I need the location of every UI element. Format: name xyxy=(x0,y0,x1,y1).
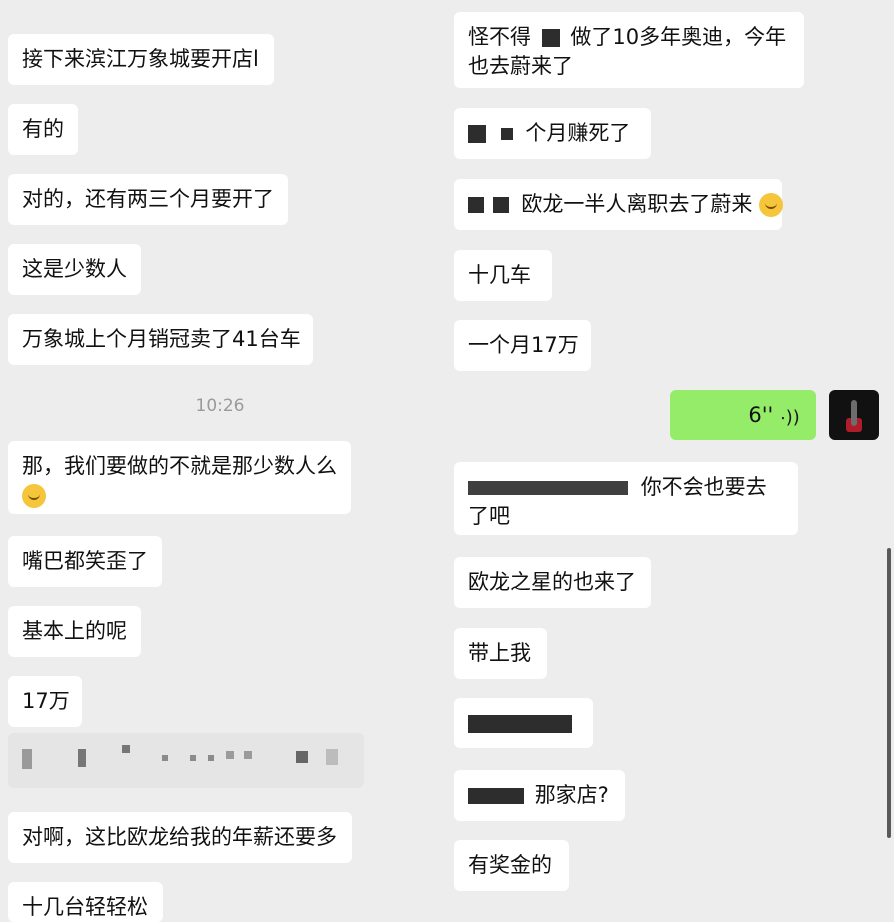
message-bubble[interactable]: 欧龙一半人离职去了蔚来 xyxy=(454,179,784,230)
message-bubble[interactable]: 欧龙之星的也来了 xyxy=(454,557,651,608)
pixelated-block xyxy=(492,197,509,213)
message-bubble[interactable]: 一个月17万 xyxy=(454,320,591,371)
time-divider: 10:26 xyxy=(195,396,245,416)
laughing-emoji-icon xyxy=(759,193,784,217)
message-bubble[interactable]: 17万 xyxy=(8,676,82,727)
message-bubble[interactable]: 嘴巴都笑歪了 xyxy=(8,536,162,587)
message-text: 万象城上个月销冠卖了41台车 xyxy=(22,327,301,351)
left-chat-column: 接下来滨江万象城要开店l 有的 对的，还有两三个月要开了 这是少数人 万象城上个… xyxy=(0,0,440,922)
message-text: 怪不得 xyxy=(468,25,531,49)
message-bubble[interactable]: 十几车 xyxy=(454,250,552,301)
message-text: 欧龙之星的也来了 xyxy=(468,570,636,594)
message-text: 基本上的呢 xyxy=(22,619,127,643)
message-text: 接下来滨江万象城要开店l xyxy=(22,47,259,71)
message-bubble[interactable]: 十几台轻轻松 xyxy=(8,882,163,922)
message-bubble[interactable]: 那家店? xyxy=(454,770,625,821)
pixelated-block xyxy=(468,197,484,213)
message-text: 一个月17万 xyxy=(468,333,579,357)
message-bubble[interactable]: 个月赚死了 xyxy=(454,108,651,159)
message-bubble[interactable]: 万象城上个月销冠卖了41台车 xyxy=(8,314,313,365)
message-text: 对的，还有两三个月要开了 xyxy=(22,187,274,211)
message-text: 带上我 xyxy=(468,641,531,665)
message-text: 个月赚死了 xyxy=(525,121,631,145)
pixelated-block xyxy=(468,788,524,804)
pixelated-block xyxy=(468,481,628,495)
message-text: 这是少数人 xyxy=(22,257,127,281)
pixelated-block xyxy=(500,128,513,140)
message-bubble[interactable]: 怪不得 做了10多年奥迪，今年也去蔚来了 xyxy=(454,12,804,88)
message-text: 欧龙一半人离职去了蔚来 xyxy=(521,192,753,216)
message-bubble-redacted[interactable] xyxy=(8,733,364,788)
message-text: 有奖金的 xyxy=(468,853,552,877)
dizzy-emoji-icon xyxy=(22,484,46,508)
right-chat-column: 怪不得 做了10多年奥迪，今年也去蔚来了 个月赚死了 欧龙一半人离职去了蔚来 十… xyxy=(440,0,894,919)
pixelated-block xyxy=(541,29,560,47)
pixelated-block xyxy=(468,125,486,143)
message-text: 对啊，这比欧龙给我的年薪还要多 xyxy=(22,825,337,849)
message-text: 有的 xyxy=(22,117,64,141)
message-text: 那家店? xyxy=(534,783,609,807)
message-bubble[interactable]: 这是少数人 xyxy=(8,244,141,295)
message-bubble[interactable]: 有的 xyxy=(8,104,78,155)
message-text: 那，我们要做的不就是那少数人么 xyxy=(22,454,337,478)
message-bubble[interactable]: 基本上的呢 xyxy=(8,606,141,657)
pixelated-block xyxy=(468,715,572,733)
voice-message-bubble[interactable]: 6'' xyxy=(670,390,816,440)
scrollbar[interactable] xyxy=(887,548,891,838)
message-text: 17万 xyxy=(22,689,70,713)
user-avatar[interactable] xyxy=(829,390,879,440)
voice-wave-icon xyxy=(780,405,802,427)
message-bubble[interactable]: 带上我 xyxy=(454,628,547,679)
voice-duration: 6'' xyxy=(748,403,774,427)
message-bubble[interactable]: 那，我们要做的不就是那少数人么 xyxy=(8,441,351,514)
message-bubble-redacted[interactable] xyxy=(454,698,593,748)
message-bubble[interactable]: 接下来滨江万象城要开店l xyxy=(8,34,274,85)
message-text: 十几车 xyxy=(468,263,531,287)
message-text: 十几台轻轻松 xyxy=(22,895,148,919)
message-bubble[interactable]: 你不会也要去了吧 xyxy=(454,462,798,535)
message-bubble[interactable]: 对啊，这比欧龙给我的年薪还要多 xyxy=(8,812,352,863)
mosaic-redaction xyxy=(22,743,352,778)
message-text: 嘴巴都笑歪了 xyxy=(22,549,148,573)
message-bubble[interactable]: 对的，还有两三个月要开了 xyxy=(8,174,288,225)
message-bubble[interactable]: 有奖金的 xyxy=(454,840,569,891)
